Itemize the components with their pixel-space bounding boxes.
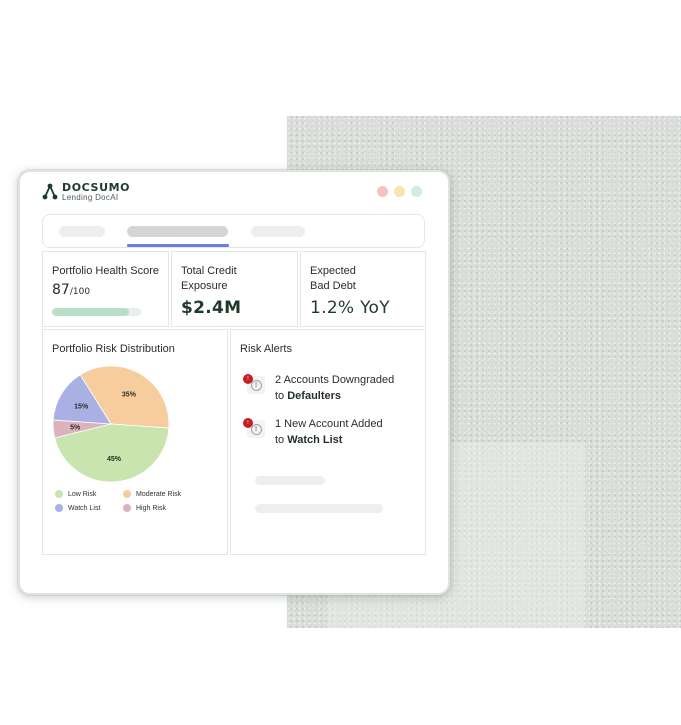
- close-window-button[interactable]: [377, 186, 388, 197]
- brand-name: DOCSUMO: [62, 181, 131, 194]
- active-tab-indicator: [127, 244, 229, 247]
- pie-label-watch-list: 15%: [74, 404, 89, 411]
- alert-item[interactable]: ! ! 2 Accounts Downgraded to Defaulters: [243, 372, 394, 404]
- exposure-title: Total Credit Exposure: [181, 264, 237, 294]
- health-progress-bar: [52, 308, 141, 316]
- tab-placeholder-active[interactable]: [127, 226, 228, 237]
- alert-item[interactable]: ! ! 1 New Account Added to Watch List: [243, 416, 383, 448]
- alert-line1: 2 Accounts Downgraded: [275, 374, 395, 386]
- bad-debt-card: Expected Bad Debt 1.2% YoY: [300, 251, 426, 327]
- legend-item-high-risk: High Risk: [123, 504, 166, 512]
- pie-label-moderate-risk: 35%: [122, 392, 137, 399]
- alert-warning-icon: ! !: [243, 372, 267, 396]
- minimize-window-button[interactable]: [394, 186, 405, 197]
- credit-exposure-card: Total Credit Exposure $2.4M: [171, 251, 298, 327]
- dashboard-window: DOCSUMO Lending DocAI Portfolio Health S…: [18, 170, 450, 595]
- legend-swatch: [55, 504, 63, 512]
- window-controls: [377, 186, 422, 197]
- maximize-window-button[interactable]: [411, 186, 422, 197]
- legend-swatch: [123, 490, 131, 498]
- alerts-title: Risk Alerts: [240, 343, 292, 355]
- exposure-title-line1: Total Credit: [181, 265, 237, 277]
- bad-debt-title-line2: Bad Debt: [310, 280, 356, 292]
- health-score-value: 87: [52, 282, 70, 298]
- alert-line2-bold: Watch List: [287, 434, 343, 446]
- brand-logo: DOCSUMO Lending DocAI: [42, 182, 130, 202]
- alert-line2-prefix: to: [275, 390, 288, 402]
- alert-line2-prefix: to: [275, 434, 288, 446]
- health-progress-fill: [52, 308, 130, 316]
- alert-badge: !: [243, 418, 253, 428]
- legend-item-low-risk: Low Risk: [55, 490, 96, 498]
- legend-swatch: [55, 490, 63, 498]
- legend-label: Moderate Risk: [136, 490, 182, 498]
- tab-bar: [42, 214, 425, 248]
- health-score: 87/100: [52, 282, 90, 298]
- legend-label: Watch List: [68, 504, 101, 512]
- risk-distribution-card: Portfolio Risk Distribution 5% 15% 35% 45% …: [42, 329, 228, 555]
- alert-line1: 1 New Account Added: [275, 418, 383, 430]
- alert-badge: !: [243, 374, 253, 384]
- skeleton-line: [255, 476, 325, 485]
- legend-item-moderate-risk: Moderate Risk: [123, 490, 181, 498]
- health-score-denominator: /100: [69, 287, 91, 297]
- legend-item-watch-list: Watch List: [55, 504, 100, 512]
- alert-line2-bold: Defaulters: [287, 390, 342, 402]
- skeleton-line: [255, 504, 383, 513]
- alert-warning-icon: ! !: [243, 416, 267, 440]
- tab-placeholder-1[interactable]: [59, 226, 105, 237]
- alert-text: 2 Accounts Downgraded to Defaulters: [275, 372, 394, 404]
- bad-debt-title-line1: Expected: [310, 265, 356, 277]
- bad-debt-title: Expected Bad Debt: [310, 264, 356, 294]
- risk-pie-chart: 5% 15% 35% 45%: [52, 365, 170, 483]
- pie-label-low-risk: 45%: [107, 456, 122, 463]
- brand-subtitle: Lending DocAI: [62, 193, 119, 202]
- bad-debt-value: 1.2% YoY: [310, 298, 390, 318]
- exposure-value: $2.4M: [181, 298, 242, 318]
- exposure-title-line2: Exposure: [181, 280, 228, 292]
- risk-alerts-card: Risk Alerts ! ! 2 Accounts Downgraded to…: [230, 329, 426, 555]
- alert-text: 1 New Account Added to Watch List: [275, 416, 383, 448]
- legend-label: High Risk: [136, 504, 166, 512]
- docsumo-logo-icon: [42, 183, 58, 200]
- portfolio-health-card: Portfolio Health Score 87/100: [42, 251, 169, 327]
- legend-label: Low Risk: [68, 490, 97, 498]
- health-title: Portfolio Health Score: [52, 265, 159, 277]
- tab-placeholder-3[interactable]: [251, 226, 305, 237]
- pie-label-high-risk: 5%: [70, 425, 81, 432]
- distribution-title: Portfolio Risk Distribution: [52, 343, 175, 355]
- legend-swatch: [123, 504, 131, 512]
